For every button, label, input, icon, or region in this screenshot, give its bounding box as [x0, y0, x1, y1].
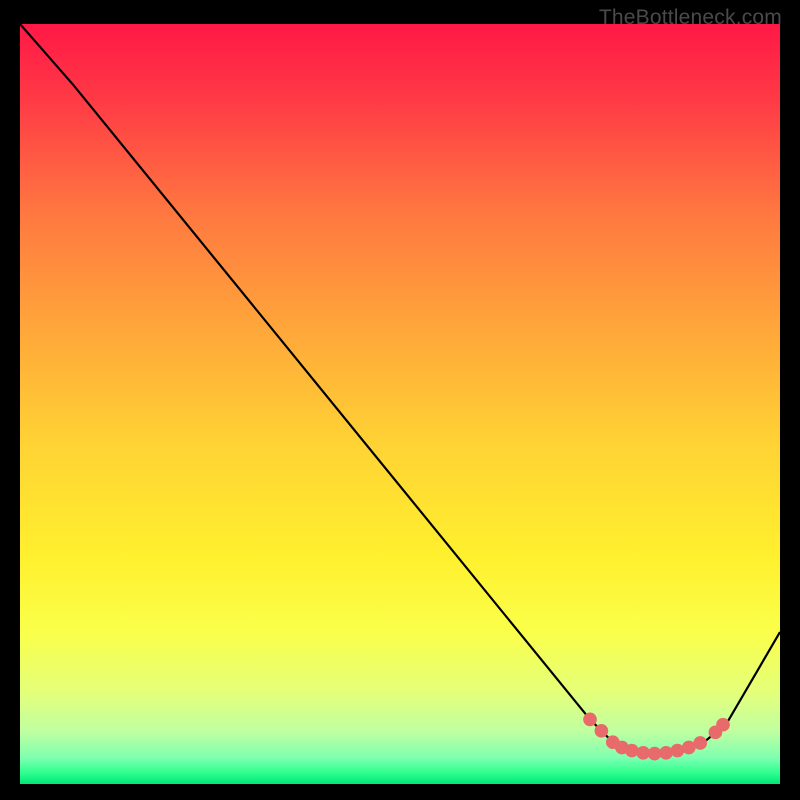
watermark-text: TheBottleneck.com — [599, 6, 782, 30]
valley-dot — [716, 718, 730, 732]
bottleneck-curve-line — [20, 24, 780, 754]
valley-dot — [659, 746, 673, 760]
valley-dot — [693, 736, 707, 750]
valley-dot — [583, 713, 597, 727]
valley-dot — [595, 724, 609, 738]
chart-plot-area — [20, 24, 780, 784]
chart-overlay — [20, 24, 780, 784]
valley-dots-group — [583, 713, 730, 761]
valley-dot — [625, 744, 639, 758]
